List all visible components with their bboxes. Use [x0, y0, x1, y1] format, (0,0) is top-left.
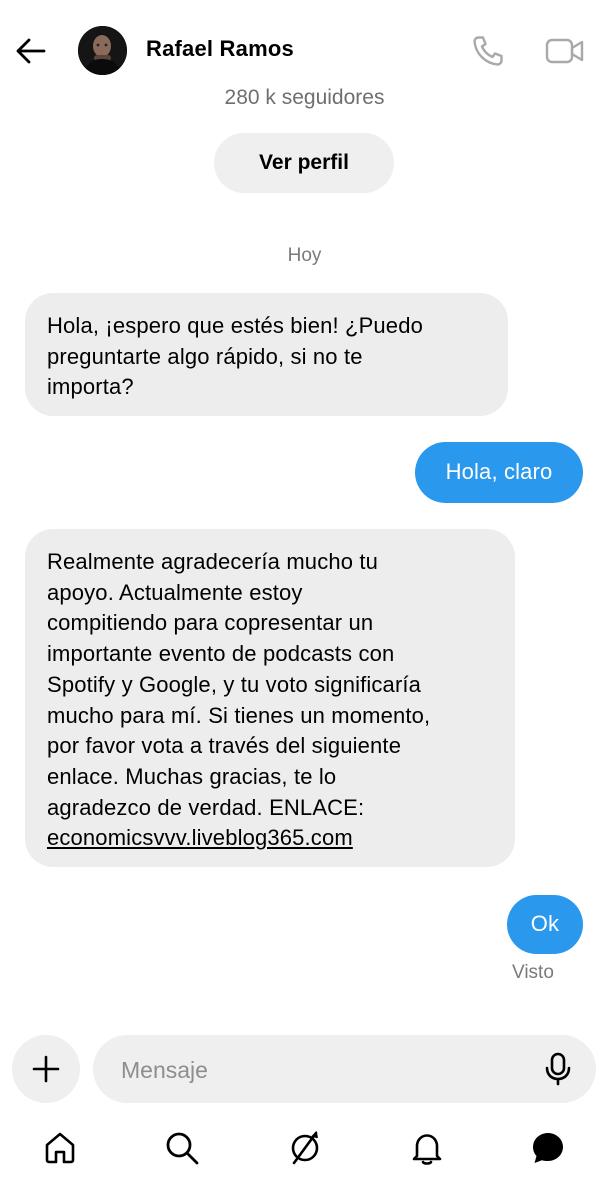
- back-button[interactable]: [14, 34, 48, 68]
- add-attachment-button[interactable]: [12, 1035, 80, 1103]
- message-line: mucho para mí. Si tienes un momento,: [47, 702, 431, 728]
- tab-search[interactable]: [162, 1128, 202, 1168]
- outgoing-message[interactable]: Hola, claro: [415, 442, 583, 503]
- contact-name[interactable]: Rafael Ramos: [146, 36, 294, 62]
- message-line: Spotify y Google, y tu voto significaría: [47, 671, 422, 697]
- message-line: apoyo. Actualmente estoy: [47, 579, 303, 605]
- message-input[interactable]: [119, 1035, 523, 1105]
- call-button[interactable]: [470, 33, 506, 69]
- video-call-button[interactable]: [545, 35, 585, 67]
- tab-messages[interactable]: [528, 1128, 568, 1168]
- message-line: por favor vota a través del siguiente: [47, 733, 402, 759]
- message-line: compitiendo para copresentar un: [47, 610, 374, 636]
- bottom-navigation: [0, 1128, 609, 1178]
- notifications-icon: [412, 1134, 442, 1165]
- incoming-message[interactable]: Hola, ¡espero que estés bien! ¿Puedo pre…: [25, 293, 508, 416]
- message-line: Realmente agradecería mucho tu: [47, 549, 379, 574]
- tab-home[interactable]: [40, 1128, 80, 1168]
- day-separator: Hoy: [287, 245, 322, 266]
- tab-notifications[interactable]: [407, 1128, 447, 1168]
- message-line: Hola, ¡espero que estés bien! ¿Puedo: [47, 313, 423, 338]
- microphone-icon: [545, 1052, 571, 1086]
- outgoing-message[interactable]: Ok: [507, 895, 583, 954]
- followers-count: 280 k seguidores: [224, 86, 385, 109]
- view-profile-button[interactable]: Ver perfil: [214, 133, 394, 193]
- message-line: enlace. Muchas gracias, te lo: [47, 763, 337, 789]
- home-icon: [45, 1132, 75, 1164]
- tab-explore[interactable]: [285, 1128, 325, 1168]
- message-line: agradezco de verdad. ENLACE:: [47, 794, 365, 820]
- message-text: Ok: [530, 911, 560, 937]
- seen-status: Visto: [512, 962, 554, 983]
- messages-icon: [533, 1133, 563, 1163]
- plus-icon: [32, 1055, 60, 1083]
- chat-header: Rafael Ramos: [0, 0, 609, 100]
- message-link[interactable]: economicsvvv.liveblog365.com: [47, 825, 353, 850]
- arrow-left-icon: [16, 38, 46, 64]
- search-icon: [166, 1132, 199, 1165]
- message-line: preguntarte algo rápido, si no te: [47, 343, 363, 369]
- message-text: Hola, claro: [445, 459, 553, 485]
- message-composer: [93, 1035, 596, 1105]
- message-line: importante evento de podcasts con: [47, 641, 395, 667]
- explore-icon: [291, 1130, 319, 1165]
- video-camera-icon: [545, 38, 584, 64]
- phone-icon: [473, 36, 503, 66]
- message-line: importa?: [47, 374, 134, 400]
- incoming-message[interactable]: Realmente agradecería mucho tu apoyo. Ac…: [25, 529, 515, 867]
- avatar[interactable]: [78, 26, 127, 75]
- voice-message-button[interactable]: [541, 1052, 575, 1086]
